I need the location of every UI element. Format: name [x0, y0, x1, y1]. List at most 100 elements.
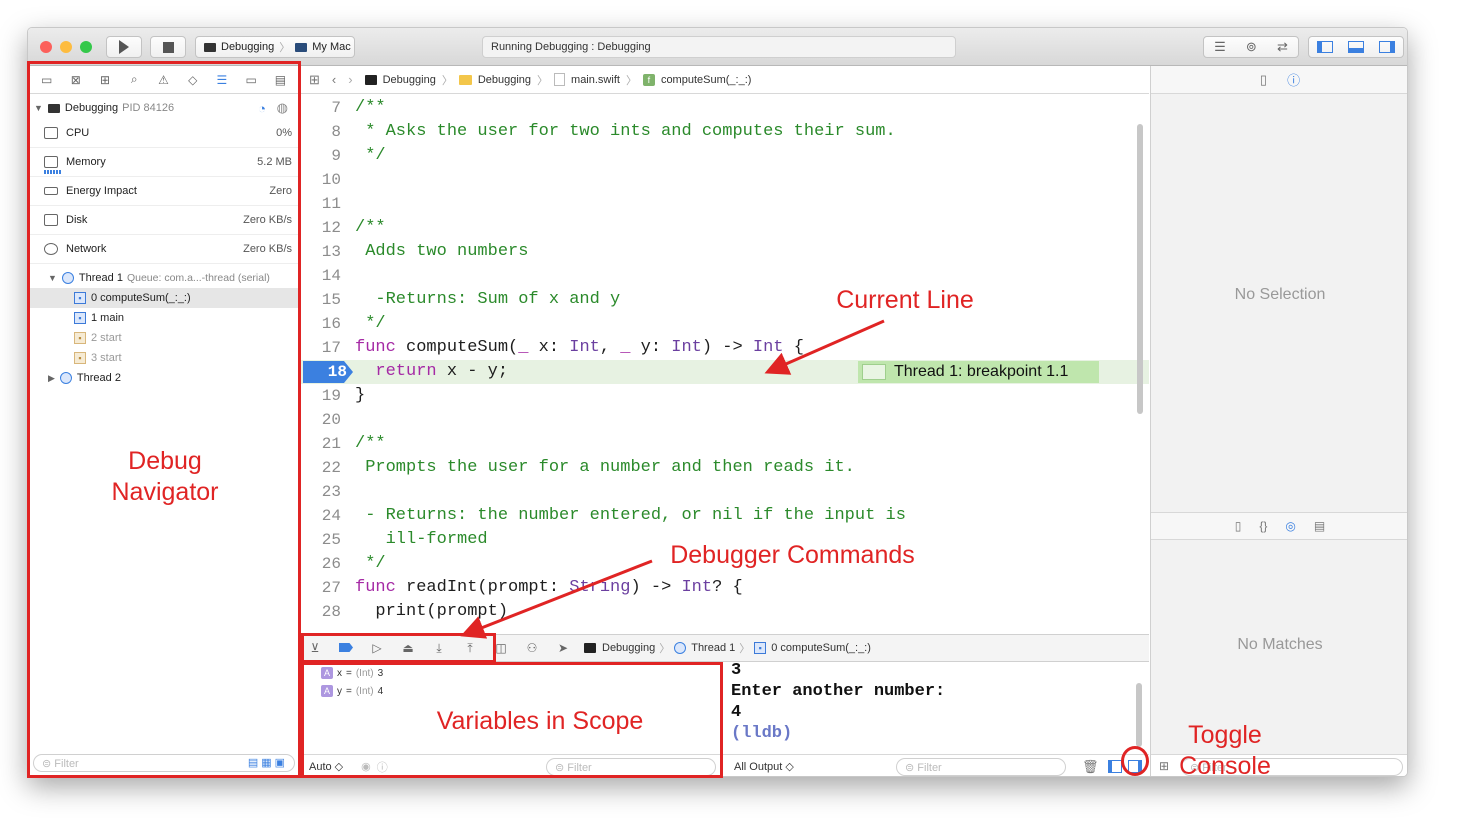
step-over-icon[interactable]: ⏏ — [401, 641, 415, 655]
editor-scrollbar[interactable] — [1137, 124, 1143, 414]
stop-button[interactable] — [150, 36, 186, 58]
code-line[interactable]: 12 /** — [301, 216, 1149, 240]
run-button[interactable] — [106, 36, 142, 58]
gauge-row-memory[interactable]: Memory 5.2 MB — [28, 148, 300, 177]
object-library-icon[interactable]: ◎ — [1285, 519, 1295, 533]
code-line[interactable]: 9 */ — [301, 144, 1149, 168]
code-line[interactable]: 28 print(prompt) — [301, 600, 1149, 624]
code-snippet-icon[interactable]: {} — [1259, 519, 1267, 533]
disclosure-open-icon[interactable]: ▼ — [48, 273, 57, 283]
test-navigator-icon[interactable]: ◇ — [186, 73, 200, 87]
gauge-row-cpu[interactable]: CPU 0% — [28, 119, 300, 148]
continue-icon[interactable]: ▷ — [370, 641, 384, 655]
view-toggle-segment[interactable] — [1308, 36, 1404, 58]
back-arrow-icon[interactable]: ‹ — [332, 72, 336, 87]
process-row[interactable]: ▼ Debugging PID 84126 ◔ ◍ — [28, 98, 300, 118]
breakpoint-annotation[interactable]: Thread 1: breakpoint 1.1 — [858, 361, 1099, 383]
code-line[interactable]: 14 — [301, 264, 1149, 288]
stack-frame-row[interactable]: ▪ 3 start — [28, 348, 300, 368]
hierarchy-navigator-icon[interactable]: ⊞ — [98, 73, 112, 87]
editor-mode-segment[interactable]: ☰ ⊚ ⇄ — [1203, 36, 1299, 58]
code-line[interactable]: 7 /** — [301, 96, 1149, 120]
utilities-toggle-icon[interactable] — [1379, 41, 1396, 53]
debug-crumb[interactable]: Debugging — [602, 642, 655, 654]
file-inspector-icon[interactable]: ▯ — [1260, 72, 1267, 88]
gauge-row-network[interactable]: Network Zero KB/s — [28, 235, 300, 264]
hide-debug-area-icon[interactable]: ⊻ — [308, 641, 322, 655]
media-library-icon[interactable]: ▤ — [1314, 519, 1325, 533]
breakpoint-navigator-icon[interactable]: ▭ — [244, 73, 258, 87]
stack-frame-row[interactable]: ▪ 2 start — [28, 328, 300, 348]
debug-navigator-icon[interactable]: ☰ — [215, 73, 229, 87]
code-line[interactable]: 13 Adds two numbers — [301, 240, 1149, 264]
code-line[interactable]: 11 — [301, 192, 1149, 216]
assistant-editor-icon[interactable]: ⊚ — [1246, 39, 1257, 55]
version-editor-icon[interactable]: ⇄ — [1277, 39, 1288, 55]
variable-row[interactable]: A y = (Int) 4 — [321, 685, 383, 697]
code-line[interactable]: 24 - Returns: the number entered, or nil… — [301, 504, 1149, 528]
debug-area-toggle-icon[interactable] — [1347, 41, 1364, 53]
related-items-icon[interactable]: ⊞ — [309, 72, 320, 88]
code-line[interactable]: 27 func readInt(prompt: String) -> Int? { — [301, 576, 1149, 600]
find-navigator-icon[interactable]: ⌕ — [127, 72, 141, 87]
variables-filter-field[interactable]: ⊜ Filter — [546, 758, 716, 776]
filter-options-icon[interactable]: ▤▦▣ — [248, 756, 288, 769]
output-mode-selector[interactable]: All Output ◇ — [734, 760, 794, 773]
thread-row[interactable]: ▼ Thread 1 Queue: com.a...-thread (seria… — [28, 268, 300, 288]
scope-selector[interactable]: Auto ◇ — [309, 760, 343, 773]
info-icon[interactable]: ⓘ — [377, 759, 388, 775]
disclosure-open-icon[interactable]: ▼ — [34, 103, 43, 113]
report-navigator-icon[interactable]: ▤ — [273, 73, 287, 87]
breakpoints-toggle-icon[interactable] — [339, 641, 353, 655]
jump-crumb[interactable]: main.swift — [571, 74, 620, 86]
memory-graph-icon[interactable]: ⚇ — [525, 641, 539, 655]
thread-row[interactable]: ▶ Thread 2 — [28, 368, 300, 388]
variable-row[interactable]: A x = (Int) 3 — [321, 667, 383, 679]
jump-crumb[interactable]: computeSum(_:_:) — [661, 74, 751, 86]
gauge-icon[interactable]: ◔ — [258, 101, 266, 116]
standard-editor-icon[interactable]: ☰ — [1214, 39, 1226, 55]
show-variables-toggle-icon[interactable] — [1108, 760, 1122, 773]
current-line[interactable]: 18 return x - y; Thread 1: breakpoint 1.1 — [301, 360, 1149, 384]
code-line[interactable]: 23 — [301, 480, 1149, 504]
navigator-filter-field[interactable]: ⊜ Filter ▤▦▣ — [33, 754, 295, 772]
close-window-button[interactable] — [40, 41, 52, 53]
code-line[interactable]: 15 -Returns: Sum of x and y — [301, 288, 1149, 312]
project-navigator-icon[interactable]: ▭ — [40, 73, 54, 87]
step-out-icon[interactable]: ⤒ — [463, 641, 477, 655]
code-line[interactable]: 10 — [301, 168, 1149, 192]
eye-icon[interactable]: ◉ — [361, 760, 371, 773]
code-line[interactable]: 8 * Asks the user for two ints and compu… — [301, 120, 1149, 144]
gauge-row-energy[interactable]: Energy Impact Zero — [28, 177, 300, 206]
process-view-icon[interactable]: ◍ — [277, 100, 288, 116]
code-line[interactable]: 22 Prompts the user for a number and the… — [301, 456, 1149, 480]
jump-crumb[interactable]: Debugging — [383, 74, 436, 86]
code-line[interactable]: 21 /** — [301, 432, 1149, 456]
code-line[interactable]: 19} — [301, 384, 1149, 408]
zoom-window-button[interactable] — [80, 41, 92, 53]
view-debugger-icon[interactable]: ◫ — [494, 641, 508, 655]
jump-crumb[interactable]: Debugging — [478, 74, 531, 86]
code-line[interactable]: 17 func computeSum(_ x: Int, _ y: Int) ->… — [301, 336, 1149, 360]
debug-crumb[interactable]: Thread 1 — [691, 642, 735, 654]
code-line[interactable]: 20 — [301, 408, 1149, 432]
navigator-toggle-icon[interactable] — [1316, 41, 1333, 53]
trash-icon[interactable]: 🗑 — [1082, 759, 1099, 775]
forward-arrow-icon[interactable]: › — [348, 72, 352, 87]
issue-navigator-icon[interactable]: ⚠ — [156, 73, 170, 87]
stack-frame-row[interactable]: ▪ 1 main — [28, 308, 300, 328]
stack-frame-row[interactable]: ▪ 0 computeSum(_:_:) — [28, 288, 300, 308]
gauge-row-disk[interactable]: Disk Zero KB/s — [28, 206, 300, 235]
debug-crumb[interactable]: 0 computeSum(_:_:) — [771, 642, 871, 654]
scheme-selector[interactable]: Debugging 〉 My Mac — [195, 36, 355, 58]
breakpoint-marker[interactable]: 18 — [303, 361, 353, 383]
console-filter-field[interactable]: ⊜ Filter — [896, 758, 1066, 776]
code-line[interactable]: 16 */ — [301, 312, 1149, 336]
symbol-navigator-icon[interactable]: ⊠ — [69, 73, 83, 87]
step-into-icon[interactable]: ⤓ — [432, 641, 446, 655]
minimize-window-button[interactable] — [60, 41, 72, 53]
file-template-icon[interactable]: ▯ — [1235, 519, 1242, 533]
quick-help-icon[interactable]: ⓘ — [1287, 70, 1300, 89]
disclosure-closed-icon[interactable]: ▶ — [48, 373, 55, 384]
simulate-location-icon[interactable]: ➤ — [556, 641, 570, 655]
